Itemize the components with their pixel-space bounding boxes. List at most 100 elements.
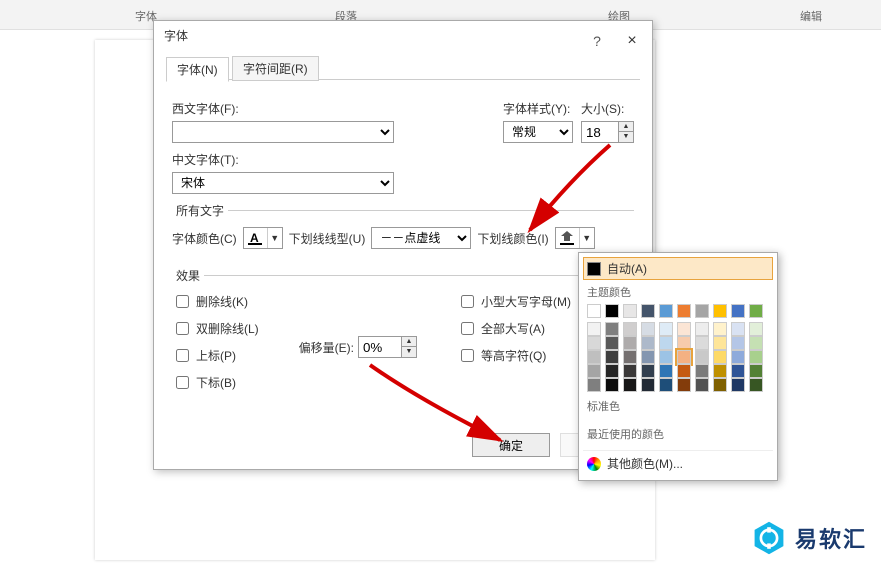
color-swatch[interactable] [605, 322, 619, 336]
color-swatch[interactable] [605, 378, 619, 392]
color-swatch[interactable] [731, 336, 745, 350]
color-swatch[interactable] [587, 304, 601, 318]
offset-spinner[interactable]: ▲▼ [402, 336, 417, 358]
color-swatch[interactable] [605, 364, 619, 378]
color-swatch[interactable] [605, 350, 619, 364]
color-swatch[interactable] [713, 350, 727, 364]
color-swatch[interactable] [659, 364, 673, 378]
color-swatch[interactable] [605, 336, 619, 350]
spin-down-icon[interactable]: ▼ [402, 347, 416, 357]
color-swatch[interactable] [695, 350, 709, 364]
western-font-label: 西文字体(F): [172, 100, 495, 117]
theme-colors-title: 主题颜色 [583, 280, 773, 302]
color-swatch[interactable] [659, 336, 673, 350]
dropdown-arrow-icon[interactable]: ▼ [268, 233, 282, 243]
more-colors-row[interactable]: 其他颜色(M)... [583, 450, 773, 476]
color-swatch[interactable] [659, 322, 673, 336]
color-swatch[interactable] [623, 364, 637, 378]
color-swatch[interactable] [713, 364, 727, 378]
color-swatch[interactable] [731, 364, 745, 378]
underline-style-combo[interactable]: －－点虚线 [371, 227, 471, 249]
color-swatch[interactable] [677, 304, 691, 318]
color-swatch[interactable] [677, 322, 691, 336]
font-color-button[interactable]: A ▼ [243, 227, 283, 249]
color-swatch[interactable] [677, 378, 691, 392]
cb-equal-height[interactable]: 等高字符(Q) [457, 346, 571, 365]
color-auto-row[interactable]: 自动(A) [583, 257, 773, 280]
color-swatch[interactable] [623, 350, 637, 364]
logo-icon [751, 520, 787, 556]
color-swatch[interactable] [713, 336, 727, 350]
cb-superscript[interactable]: 上标(P) [172, 346, 259, 365]
underline-color-label: 下划线颜色(I) [477, 230, 548, 247]
color-swatch[interactable] [659, 378, 673, 392]
color-swatch[interactable] [641, 378, 655, 392]
chinese-font-combo[interactable]: 宋体 [172, 172, 394, 194]
color-swatch[interactable] [695, 304, 709, 318]
color-swatch[interactable] [695, 322, 709, 336]
cb-double-strikethrough[interactable]: 双删除线(L) [172, 319, 259, 338]
theme-shades-grid [583, 320, 773, 394]
underline-color-icon [556, 228, 580, 248]
color-swatch[interactable] [695, 336, 709, 350]
dialog-help-button[interactable]: ? [582, 26, 612, 56]
color-swatch[interactable] [677, 336, 691, 350]
western-font-combo[interactable] [172, 121, 394, 143]
logo-text: 易软汇 [795, 522, 867, 554]
cb-subscript[interactable]: 下标(B) [172, 373, 259, 392]
underline-color-button[interactable]: ▼ [555, 227, 595, 249]
color-swatch[interactable] [659, 350, 673, 364]
color-swatch[interactable] [713, 378, 727, 392]
color-swatch[interactable] [749, 378, 763, 392]
spin-down-icon[interactable]: ▼ [619, 132, 633, 142]
color-swatch[interactable] [749, 322, 763, 336]
color-swatch[interactable] [731, 304, 745, 318]
color-swatch[interactable] [749, 350, 763, 364]
color-swatch[interactable] [623, 378, 637, 392]
color-swatch[interactable] [749, 364, 763, 378]
cb-small-caps[interactable]: 小型大写字母(M) [457, 292, 571, 311]
color-swatch[interactable] [623, 336, 637, 350]
spin-up-icon[interactable]: ▲ [402, 337, 416, 347]
color-swatch[interactable] [623, 304, 637, 318]
color-swatch[interactable] [587, 350, 601, 364]
size-label: 大小(S): [581, 100, 634, 117]
size-input[interactable] [581, 121, 619, 143]
font-style-combo[interactable]: 常规 [503, 121, 573, 143]
color-swatch[interactable] [695, 378, 709, 392]
color-swatch[interactable] [731, 322, 745, 336]
color-swatch[interactable] [677, 364, 691, 378]
color-swatch[interactable] [641, 322, 655, 336]
spin-up-icon[interactable]: ▲ [619, 122, 633, 132]
svg-text:A: A [250, 231, 259, 245]
color-swatch[interactable] [587, 378, 601, 392]
color-swatch[interactable] [641, 336, 655, 350]
color-swatch[interactable] [749, 336, 763, 350]
color-swatch[interactable] [695, 364, 709, 378]
color-swatch[interactable] [641, 350, 655, 364]
color-swatch[interactable] [659, 304, 673, 318]
tab-font[interactable]: 字体(N) [166, 57, 229, 82]
color-swatch[interactable] [677, 350, 691, 364]
color-swatch[interactable] [587, 322, 601, 336]
offset-input[interactable] [358, 336, 402, 358]
color-swatch[interactable] [641, 364, 655, 378]
size-spinner[interactable]: ▲▼ [619, 121, 634, 143]
color-swatch[interactable] [713, 322, 727, 336]
tab-char-spacing[interactable]: 字符间距(R) [232, 56, 319, 81]
color-swatch[interactable] [641, 304, 655, 318]
color-swatch[interactable] [713, 304, 727, 318]
color-swatch[interactable] [731, 350, 745, 364]
color-swatch[interactable] [731, 378, 745, 392]
cb-strikethrough[interactable]: 删除线(K) [172, 292, 259, 311]
color-swatch[interactable] [587, 336, 601, 350]
color-swatch[interactable] [749, 304, 763, 318]
dropdown-arrow-icon[interactable]: ▼ [580, 233, 594, 243]
cb-all-caps[interactable]: 全部大写(A) [457, 319, 571, 338]
color-swatch[interactable] [605, 304, 619, 318]
ok-button[interactable]: 确定 [472, 433, 550, 457]
color-swatch[interactable] [587, 364, 601, 378]
dialog-close-button[interactable]: × [617, 26, 647, 56]
auto-color-label: 自动(A) [607, 260, 647, 277]
color-swatch[interactable] [623, 322, 637, 336]
